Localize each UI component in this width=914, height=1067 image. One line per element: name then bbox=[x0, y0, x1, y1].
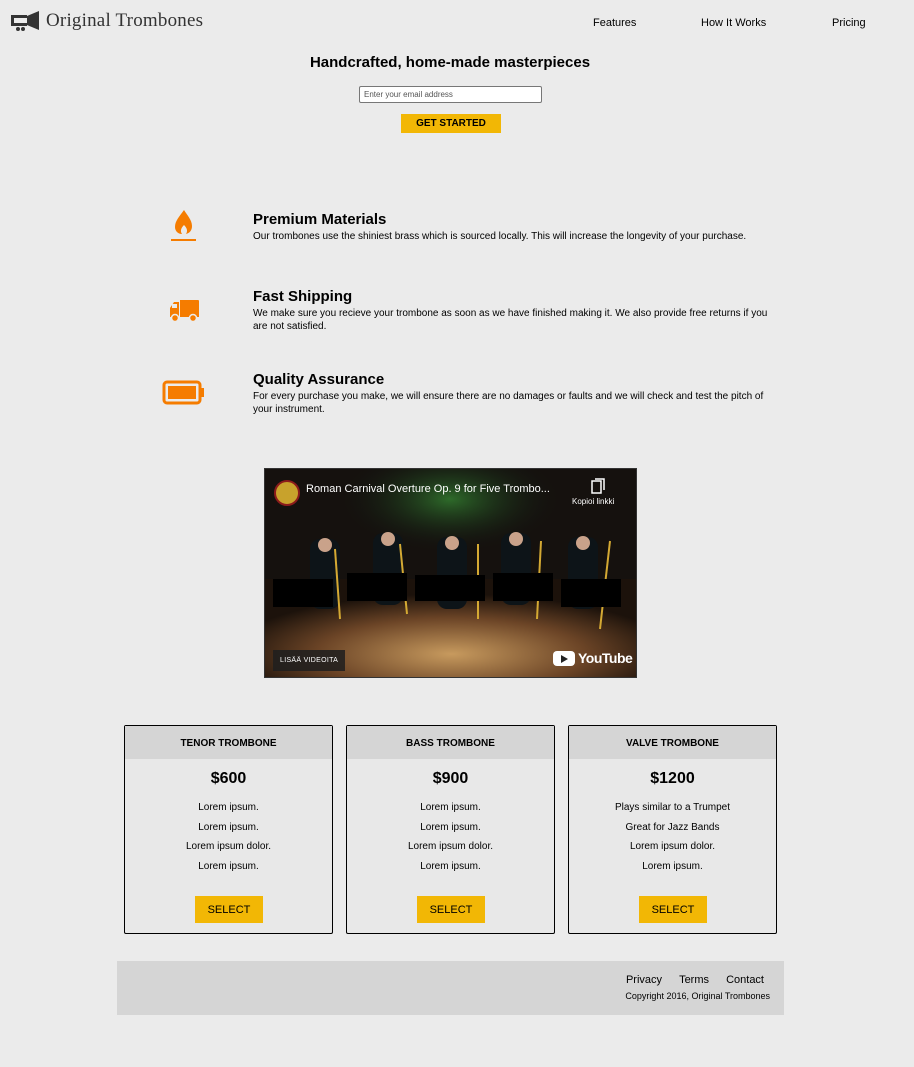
copy-icon[interactable] bbox=[591, 478, 605, 494]
logo-text: Original Trombones bbox=[46, 10, 204, 31]
pricing-card-price: $600 bbox=[210, 770, 247, 787]
feature-description: For every purchase you make, we will ens… bbox=[253, 391, 764, 415]
pricing-card-title: BASS TROMBONE bbox=[347, 726, 554, 759]
nav-features[interactable]: Features bbox=[593, 17, 636, 29]
feature-title: Quality Assurance bbox=[253, 371, 385, 388]
footer-link-terms[interactable]: Terms bbox=[679, 974, 709, 986]
pricing-feature: Lorem ipsum. bbox=[198, 802, 259, 813]
pricing-feature-list: Plays similar to a Trumpet Great for Jaz… bbox=[569, 798, 776, 877]
pricing-feature: Lorem ipsum dolor. bbox=[629, 841, 716, 853]
youtube-logo[interactable]: YouTube bbox=[553, 650, 633, 666]
pricing-feature: Lorem ipsum. bbox=[420, 821, 481, 833]
channel-avatar[interactable] bbox=[274, 480, 300, 506]
feature-description: We make sure you recieve your trombone a… bbox=[253, 308, 768, 332]
hero-title: Handcrafted, home-made masterpieces bbox=[309, 54, 591, 71]
site-header: Original Trombones Features How It Works… bbox=[0, 0, 914, 48]
video-player[interactable]: Roman Carnival Overture Op. 9 for Five T… bbox=[264, 468, 637, 678]
battery-icon bbox=[162, 380, 204, 405]
select-valve-button[interactable]: SELECT bbox=[639, 896, 707, 923]
pricing-feature: Lorem ipsum. bbox=[420, 802, 481, 813]
pricing-card-price: $900 bbox=[432, 770, 469, 787]
copyright-text: Copyright 2016, Original Trombones bbox=[625, 991, 770, 1001]
pricing-card-tenor: TENOR TROMBONE $600 Lorem ipsum. Lorem i… bbox=[124, 725, 333, 934]
site-footer: Privacy Terms Contact Copyright 2016, Or… bbox=[117, 961, 784, 1015]
pricing-feature-list: Lorem ipsum. Lorem ipsum. Lorem ipsum do… bbox=[125, 798, 332, 877]
pricing-feature: Lorem ipsum dolor. bbox=[407, 841, 494, 853]
truck-icon bbox=[170, 300, 199, 323]
pricing-feature: Lorem ipsum. bbox=[198, 821, 259, 833]
pricing-feature: Lorem ipsum. bbox=[420, 861, 481, 873]
footer-link-contact[interactable]: Contact bbox=[726, 974, 764, 986]
pricing-feature-list: Lorem ipsum. Lorem ipsum. Lorem ipsum do… bbox=[347, 798, 554, 877]
select-bass-button[interactable]: SELECT bbox=[417, 896, 485, 923]
more-videos-button[interactable]: LISÄÄ VIDEOITA bbox=[273, 650, 346, 671]
fire-icon bbox=[171, 210, 196, 241]
copy-link-label[interactable]: Kopioi linkki bbox=[572, 497, 614, 506]
feature-description: Our trombones use the shiniest brass whi… bbox=[253, 231, 747, 242]
feature-title: Fast Shipping bbox=[253, 288, 353, 305]
email-input[interactable] bbox=[359, 86, 542, 103]
nav-how-it-works[interactable]: How It Works bbox=[701, 17, 766, 29]
youtube-brand-text: YouTube bbox=[578, 650, 633, 666]
footer-links: Privacy Terms Contact bbox=[612, 974, 764, 986]
pricing-feature: Lorem ipsum. bbox=[642, 861, 703, 873]
pricing-feature: Plays similar to a Trumpet bbox=[614, 802, 731, 813]
footer-link-privacy[interactable]: Privacy bbox=[626, 974, 662, 986]
pricing-card-price: $1200 bbox=[650, 770, 695, 787]
get-started-button[interactable]: GET STARTED bbox=[401, 114, 501, 133]
nav-pricing[interactable]: Pricing bbox=[832, 17, 866, 29]
youtube-play-icon bbox=[553, 650, 575, 666]
pricing-card-bass: BASS TROMBONE $900 Lorem ipsum. Lorem ip… bbox=[346, 725, 555, 934]
pricing-card-valve: VALVE TROMBONE $1200 Plays similar to a … bbox=[568, 725, 777, 934]
logo[interactable]: Original Trombones bbox=[9, 10, 203, 32]
pricing-feature: Great for Jazz Bands bbox=[625, 821, 720, 833]
pricing-feature: Lorem ipsum dolor. bbox=[185, 841, 272, 853]
pricing-feature: Lorem ipsum. bbox=[198, 861, 259, 873]
pricing-card-title: TENOR TROMBONE bbox=[125, 726, 332, 759]
trombone-logo-icon bbox=[11, 11, 39, 31]
pricing-card-title: VALVE TROMBONE bbox=[569, 726, 776, 759]
video-title[interactable]: Roman Carnival Overture Op. 9 for Five T… bbox=[306, 483, 550, 495]
feature-title: Premium Materials bbox=[253, 211, 387, 228]
select-tenor-button[interactable]: SELECT bbox=[195, 896, 263, 923]
